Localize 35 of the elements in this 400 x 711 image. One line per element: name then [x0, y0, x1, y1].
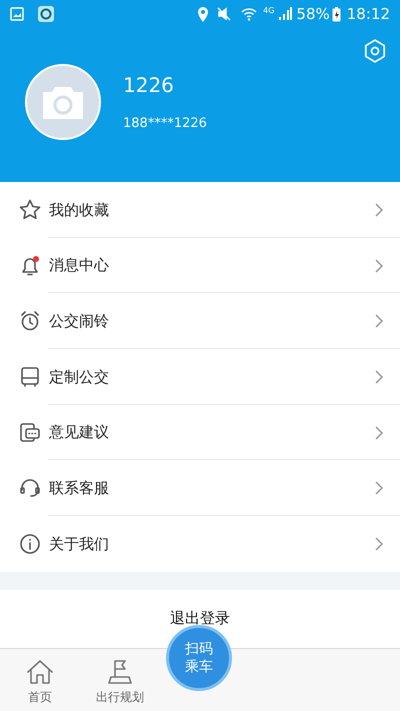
- menu-item[interactable]: 关于我们: [0, 516, 400, 572]
- chevron-right-icon: [374, 368, 384, 385]
- menu-item[interactable]: 定制公交: [0, 349, 400, 405]
- battery-icon: [332, 6, 341, 22]
- chevron-right-icon: [374, 424, 384, 441]
- flag-icon: [105, 659, 135, 685]
- feedback-icon: [18, 420, 42, 445]
- phone-number: 188****1226: [123, 115, 207, 134]
- menu-item[interactable]: 我的收藏: [0, 182, 400, 238]
- wifi-icon: [241, 7, 258, 21]
- battery-percent: 58%: [296, 4, 330, 25]
- home-icon: [25, 659, 55, 685]
- settings-icon[interactable]: [362, 38, 388, 64]
- bus-icon: [18, 364, 42, 389]
- menu-item[interactable]: 意见建议: [0, 404, 400, 460]
- tab[interactable]: 出行规划: [80, 659, 160, 706]
- chevron-right-icon: [374, 313, 384, 330]
- app-icon: [38, 6, 54, 22]
- user-name: 1226: [123, 72, 175, 100]
- mute-icon: [217, 7, 232, 21]
- info-icon: [18, 532, 42, 556]
- star-icon: [18, 198, 42, 222]
- chevron-right-icon: [374, 480, 384, 496]
- tab[interactable]: 首页: [0, 659, 80, 706]
- chevron-right-icon: [374, 202, 384, 218]
- menu-item[interactable]: 联系客服: [0, 460, 400, 516]
- chevron-right-icon: [374, 536, 384, 552]
- chevron-right-icon: [374, 258, 384, 274]
- gallery-icon: [10, 7, 24, 21]
- signal-icon: [278, 7, 292, 21]
- menu-item[interactable]: 公交闹铃: [0, 293, 400, 350]
- location-icon: [197, 6, 210, 22]
- clock: 18:12: [346, 4, 390, 25]
- network-type: 4G: [263, 5, 274, 17]
- menu-item[interactable]: 消息中心: [0, 238, 400, 294]
